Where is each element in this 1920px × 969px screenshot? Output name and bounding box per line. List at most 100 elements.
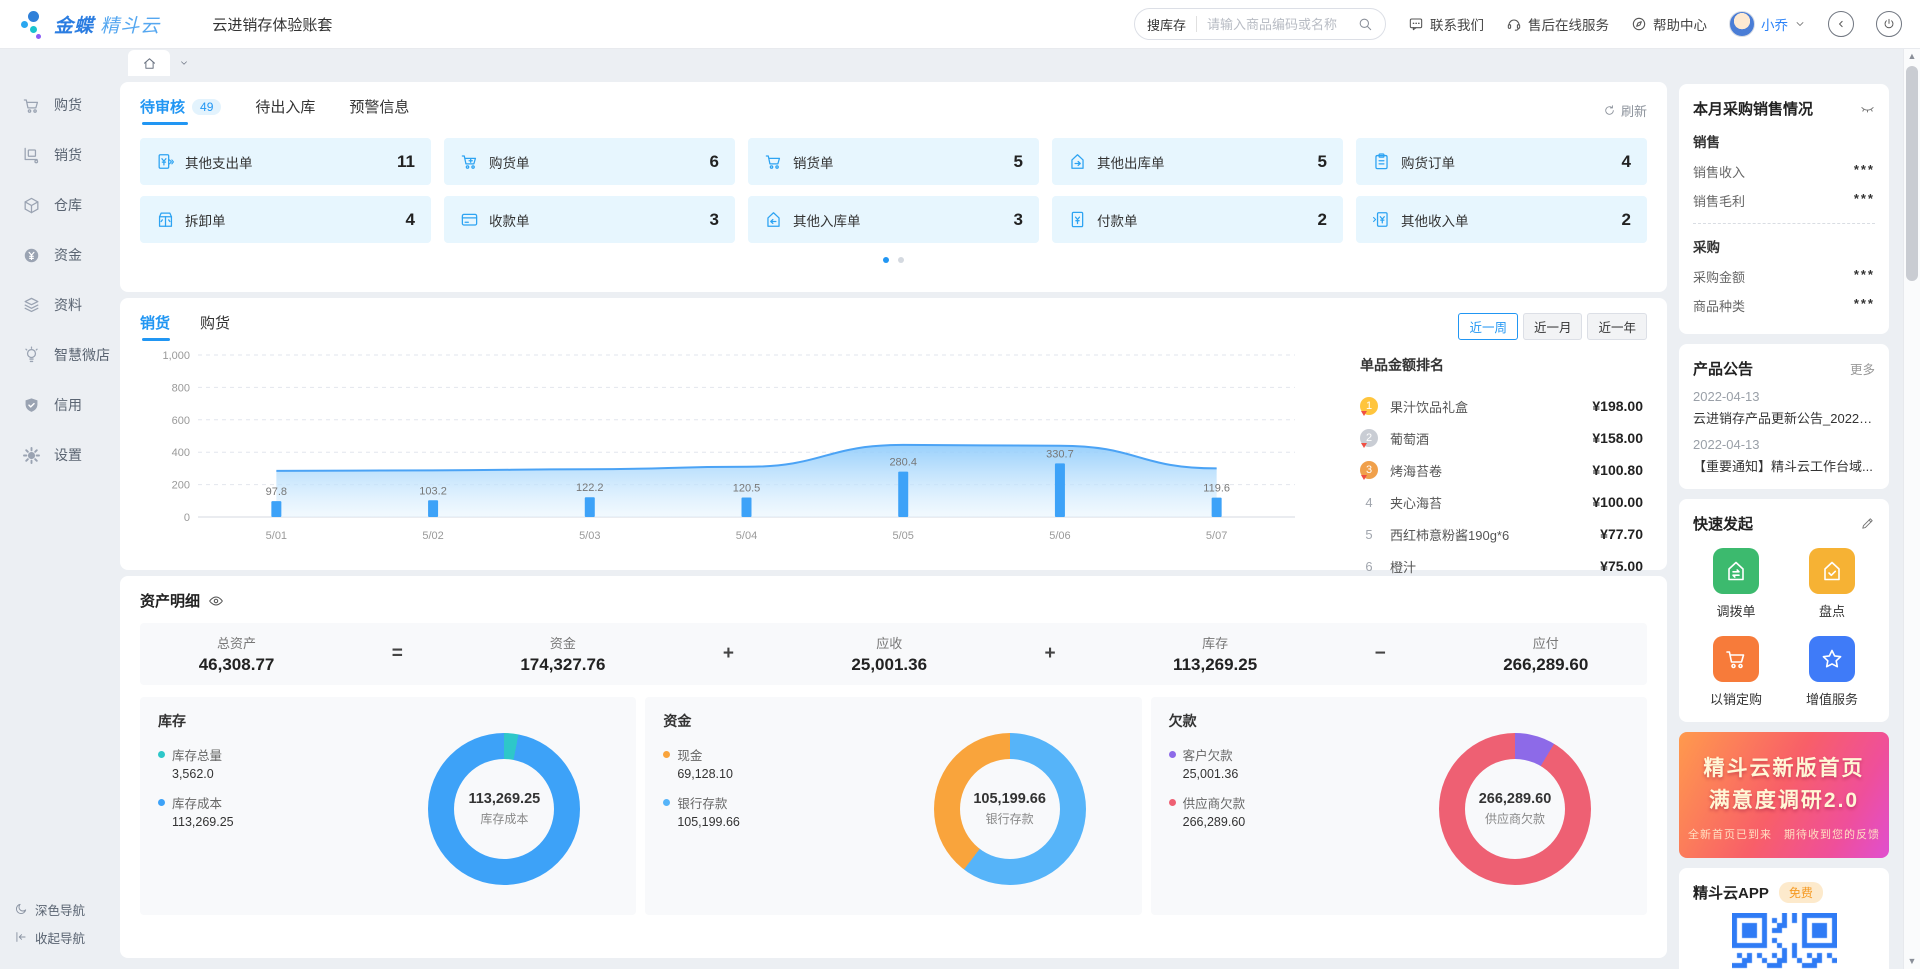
pencil-icon[interactable] (1860, 516, 1875, 531)
logo-dots-icon (20, 9, 46, 39)
home-tab[interactable] (128, 50, 170, 76)
survey-banner[interactable]: 精斗云新版首页 满意度调研2.0 全新首页已到来 期待收到您的反馈 (1679, 732, 1889, 858)
star-icon (1809, 636, 1855, 682)
ranking-row-3[interactable]: 3烤海苔卷¥100.80 (1360, 455, 1643, 485)
search-input[interactable] (1207, 17, 1357, 32)
purchase-cart-icon (460, 152, 479, 171)
contact-us-link[interactable]: 联系我们 (1408, 14, 1484, 34)
todo-card-sales-order[interactable]: 销货单5 (748, 138, 1039, 185)
collapse-nav-button[interactable]: 收起导航 (14, 923, 85, 951)
pagination-dot-1[interactable] (883, 257, 889, 263)
tab-pending-review[interactable]: 待审核49 (140, 96, 221, 125)
funds-donut-chart: 105,199.66银行存款 (934, 733, 1086, 885)
sidebar-item-funds[interactable]: 资金 (0, 230, 110, 280)
avatar (1729, 11, 1755, 37)
scroll-up-arrow[interactable]: ▲ (1904, 48, 1920, 64)
back-button[interactable] (1828, 11, 1854, 37)
todo-card-payment[interactable]: 付款单2 (1052, 196, 1343, 243)
sidebar-item-settings[interactable]: 设置 (0, 430, 110, 480)
range-week-button[interactable]: 近一周 (1458, 313, 1518, 340)
svg-text:600: 600 (172, 415, 190, 427)
eye-closed-icon[interactable] (1860, 101, 1875, 116)
search-icon[interactable] (1357, 16, 1373, 32)
ranking-row-5[interactable]: 5西红柿意粉酱190g*6¥77.70 (1360, 519, 1643, 549)
qr-code (1732, 913, 1837, 969)
tab-pending-inout[interactable]: 待出入库 (255, 96, 315, 125)
purchase-group-title: 采购 (1693, 236, 1875, 256)
todo-card-purchase-order[interactable]: 购货单6 (444, 138, 735, 185)
ranking-row-4[interactable]: 4夹心海苔¥100.00 (1360, 487, 1643, 517)
announcement-item-2[interactable]: 2022-04-13【重要通知】精斗云工作台域... (1693, 437, 1875, 475)
todo-card-grid: 其他支出单11 购货单6 销货单5 其他出库单5 购货订单4 拆卸单4 收款单3… (140, 138, 1647, 243)
brand-logo[interactable]: 金蝶 精斗云 (20, 9, 160, 39)
funds-donut-panel: 资金 现金69,128.10 银行存款105,199.66 105,199.66… (645, 697, 1141, 915)
quick-stocktake[interactable]: 盘点 (1789, 548, 1875, 620)
scrollbar-thumb[interactable] (1906, 66, 1918, 281)
tab-dropdown-button[interactable] (176, 50, 192, 76)
todo-card-purchase-request[interactable]: 购货订单4 (1356, 138, 1647, 185)
sales-cart-icon (764, 152, 783, 171)
top-bar: 金蝶 精斗云 云进销存体验账套 搜库存 联系我们 售后在线服务 帮助中心 小乔 (0, 0, 1920, 48)
logout-button[interactable] (1876, 11, 1902, 37)
sidebar-item-credit[interactable]: 信用 (0, 380, 110, 430)
headset-icon (1506, 16, 1522, 32)
sidebar-item-purchase[interactable]: 购货 (0, 80, 110, 130)
quick-sales-driven-purchase[interactable]: 以销定购 (1693, 636, 1779, 708)
search-scope-selector[interactable]: 搜库存 (1147, 15, 1186, 34)
range-year-button[interactable]: 近一年 (1587, 313, 1647, 340)
todo-card-receipt[interactable]: 收款单3 (444, 196, 735, 243)
tab-sales-trend[interactable]: 销货 (140, 312, 170, 341)
sales-income-row: 销售收入*** (1693, 157, 1875, 186)
range-month-button[interactable]: 近一月 (1523, 313, 1583, 340)
pagination-dot-2[interactable] (898, 257, 904, 263)
refresh-icon (1603, 104, 1616, 117)
ranking-row-1[interactable]: 1果汁饮品礼盒¥198.00 (1360, 391, 1643, 421)
main-content: 待审核49 待出入库 预警信息 刷新 其他支出单11 购货单6 销货单5 其他出… (110, 48, 1667, 969)
dark-nav-toggle[interactable]: 深色导航 (14, 895, 85, 923)
more-link[interactable]: 更多 (1850, 359, 1875, 378)
outbound-icon (1068, 152, 1087, 171)
todo-card-other-income[interactable]: 其他收入单2 (1356, 196, 1647, 243)
gear-icon (22, 446, 41, 465)
summary-payable: 应付266,289.60 (1503, 633, 1588, 675)
quick-transfer-order[interactable]: 调拨单 (1693, 548, 1779, 620)
banner-line-1: 精斗云新版首页 (1679, 752, 1889, 782)
sidebar-item-smart-store[interactable]: 智慧微店 (0, 330, 110, 380)
quick-value-added-service[interactable]: 增值服务 (1789, 636, 1875, 708)
after-sales-service-link[interactable]: 售后在线服务 (1506, 14, 1609, 34)
inventory-search[interactable]: 搜库存 (1134, 8, 1386, 40)
purchase-amount-row: 采购金额*** (1693, 262, 1875, 291)
eye-icon[interactable] (208, 593, 224, 609)
scroll-down-arrow[interactable]: ▼ (1904, 953, 1920, 969)
summary-receivable: 应收25,001.36 (851, 633, 927, 675)
sidebar-item-sales[interactable]: 销货 (0, 130, 110, 180)
tab-purchase-trend[interactable]: 购货 (200, 312, 230, 341)
summary-total-assets: 总资产46,308.77 (199, 633, 275, 675)
dolly-icon (22, 146, 41, 165)
svg-text:0: 0 (184, 512, 190, 524)
help-center-link[interactable]: 帮助中心 (1631, 14, 1707, 34)
todo-card-other-inbound[interactable]: 其他入库单3 (748, 196, 1039, 243)
ranking-row-6[interactable]: 6橙汁¥75.00 (1360, 551, 1643, 581)
summary-funds: 资金174,327.76 (520, 633, 605, 675)
svg-text:5/01: 5/01 (266, 530, 287, 542)
payment-doc-icon (1068, 210, 1087, 229)
vertical-scrollbar[interactable]: ▲ ▼ (1903, 48, 1920, 969)
inventory-donut-chart: 113,269.25库存成本 (428, 733, 580, 885)
todo-card-disassembly[interactable]: 拆卸单4 (140, 196, 431, 243)
sidebar-item-warehouse[interactable]: 仓库 (0, 180, 110, 230)
todo-card-other-outbound[interactable]: 其他出库单5 (1052, 138, 1343, 185)
gold-medal-icon: 1 (1360, 397, 1378, 415)
todo-card-other-expense[interactable]: 其他支出单11 (140, 138, 431, 185)
svg-text:400: 400 (172, 447, 190, 459)
announcements-panel: 产品公告更多 2022-04-13云进销存产品更新公告_20220... 202… (1679, 344, 1889, 489)
workspace-tab-strip (120, 48, 1667, 76)
summary-inventory: 库存113,269.25 (1173, 633, 1257, 675)
ranking-row-2[interactable]: 2葡萄酒¥158.00 (1360, 423, 1643, 453)
refresh-button[interactable]: 刷新 (1603, 101, 1647, 120)
sidebar-item-data[interactable]: 资料 (0, 280, 110, 330)
announcement-item-1[interactable]: 2022-04-13云进销存产品更新公告_20220... (1693, 389, 1875, 427)
tab-alerts[interactable]: 预警信息 (349, 96, 409, 125)
user-menu[interactable]: 小乔 (1729, 11, 1806, 37)
item-amount-ranking: 单品金额排名 1果汁饮品礼盒¥198.00 2葡萄酒¥158.00 3烤海苔卷¥… (1342, 347, 1647, 583)
